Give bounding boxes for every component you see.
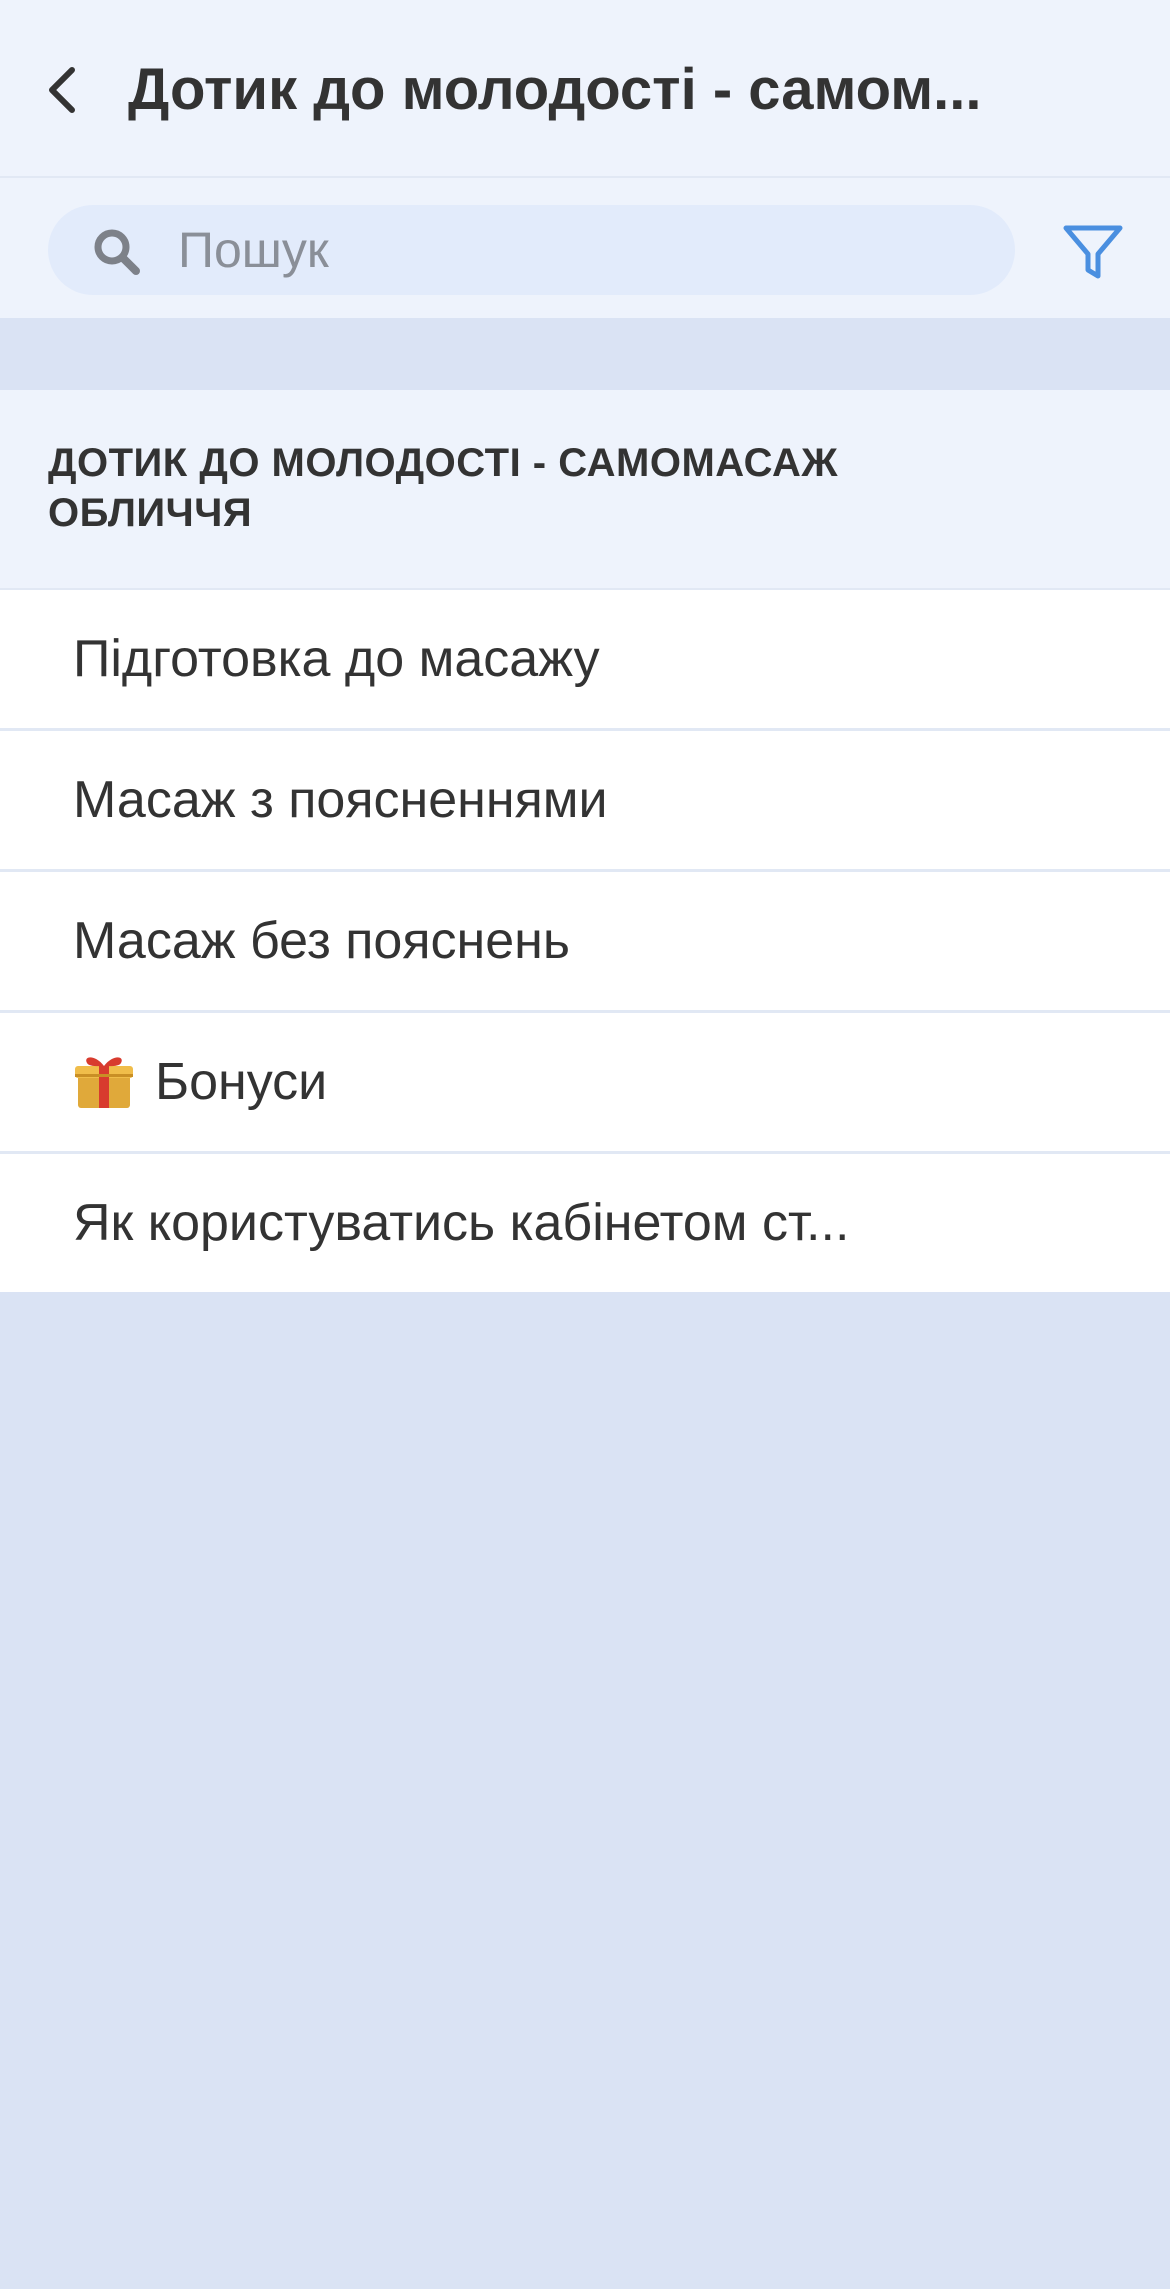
search-bar	[0, 178, 1170, 318]
list-item[interactable]: Бонуси	[0, 1013, 1170, 1154]
chevron-left-icon	[49, 67, 75, 113]
page-title: Дотик до молодості - самом...	[128, 57, 982, 122]
filter-button[interactable]	[1058, 218, 1128, 288]
section-header: ДОТИК ДО МОЛОДОСТІ - САМОМАСАЖ ОБЛИЧЧЯ	[0, 390, 1170, 590]
list-item[interactable]: Підготовка до масажу	[0, 590, 1170, 731]
search-input[interactable]	[178, 205, 978, 295]
list-item-label: Масаж без пояснень	[73, 912, 570, 970]
app-screen: Дотик до молодості - самом... ДОТИК ДО М…	[0, 0, 1170, 2289]
top-navigation-bar: Дотик до молодості - самом...	[0, 0, 1170, 178]
section-title: ДОТИК ДО МОЛОДОСТІ - САМОМАСАЖ ОБЛИЧЧЯ	[48, 441, 839, 535]
list-item[interactable]: Масаж без пояснень	[0, 872, 1170, 1013]
list-item-label: Масаж з поясненнями	[73, 771, 608, 829]
list-item[interactable]: Як користуватись кабінетом ст...	[0, 1154, 1170, 1292]
search-icon	[94, 229, 140, 275]
gift-icon	[75, 1057, 133, 1109]
list-item-label-wrapper: Бонуси	[73, 1013, 327, 1151]
back-button[interactable]	[30, 50, 94, 130]
search-field[interactable]	[48, 205, 1015, 295]
list-item-label: Як користуватись кабінетом ст...	[73, 1194, 850, 1252]
lessons-list: Підготовка до масажу Масаж з поясненнями…	[0, 590, 1170, 1292]
filter-icon	[1063, 225, 1123, 279]
section-spacer	[0, 318, 1170, 390]
list-item[interactable]: Масаж з поясненнями	[0, 731, 1170, 872]
list-item-label: Бонуси	[155, 1053, 328, 1111]
list-item-label: Підготовка до масажу	[73, 630, 600, 688]
